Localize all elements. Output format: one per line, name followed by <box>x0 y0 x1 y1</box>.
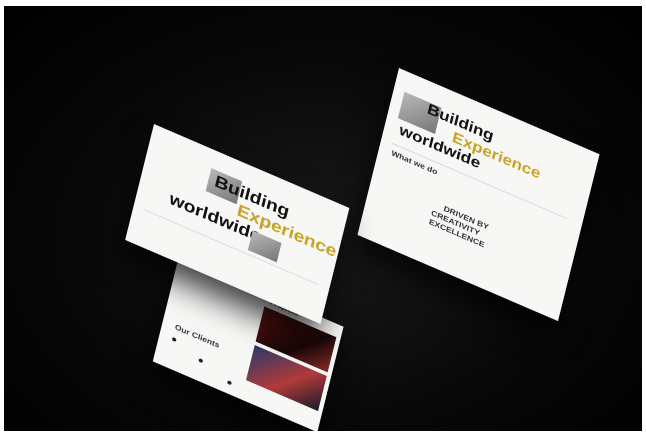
section-clients: Our Clients <box>174 322 221 350</box>
client-dot-1 <box>171 336 177 343</box>
mockup-page-back: Building Experience worldwide What we do… <box>357 68 600 322</box>
mockup-stage: Building Experience worldwide What we do… <box>4 6 642 431</box>
client-dot-2 <box>198 358 204 364</box>
client-dot-3 <box>226 380 232 386</box>
